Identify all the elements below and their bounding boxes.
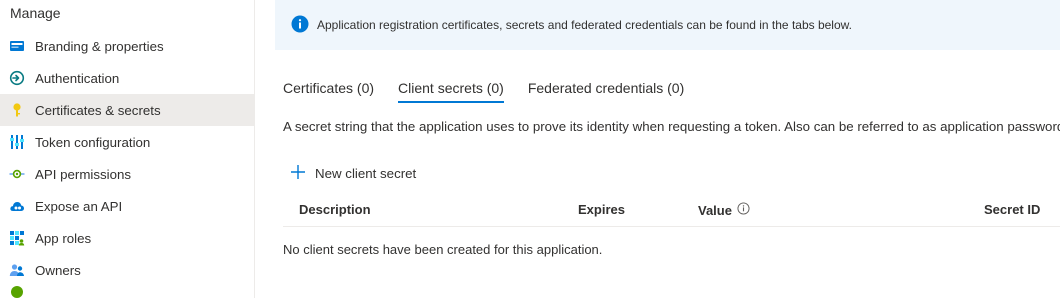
- info-icon: [291, 15, 317, 36]
- tab-federated-credentials[interactable]: Federated credentials (0): [528, 79, 684, 103]
- tab-client-secrets[interactable]: Client secrets (0): [398, 79, 504, 103]
- sidebar-item-branding[interactable]: Branding & properties: [0, 30, 255, 62]
- info-banner: Application registration certificates, s…: [275, 0, 1060, 50]
- sidebar-item-label: Token configuration: [35, 134, 151, 150]
- cloud-icon: [9, 198, 25, 214]
- sidebar-heading: Manage: [10, 5, 61, 21]
- sidebar-item-app-roles[interactable]: App roles: [0, 222, 255, 254]
- sidebar-item-api-permissions[interactable]: API permissions: [0, 158, 255, 190]
- sidebar-item-label: Authentication: [35, 70, 120, 86]
- authentication-icon: [9, 70, 25, 86]
- partial-icon: [9, 286, 25, 298]
- new-client-secret-label: New client secret: [315, 166, 417, 181]
- banner-text: Application registration certificates, s…: [317, 18, 852, 32]
- sidebar-item-certificates-secrets[interactable]: Certificates & secrets: [0, 94, 255, 126]
- value-info-icon[interactable]: [732, 202, 750, 218]
- sidebar-item-authentication[interactable]: Authentication: [0, 62, 255, 94]
- sidebar-item-label: API permissions: [35, 166, 132, 182]
- section-description: A secret string that the application use…: [283, 119, 1060, 134]
- sidebar-item-label: Branding & properties: [35, 38, 164, 54]
- sidebar-item-owners[interactable]: Owners: [0, 254, 255, 286]
- secrets-table-header: Description Expires Value Secret ID: [283, 195, 1060, 227]
- sidebar-item-token-configuration[interactable]: Token configuration: [0, 126, 255, 158]
- sidebar-item-label: Owners: [35, 262, 81, 278]
- column-header-secret-id: Secret ID: [984, 202, 1041, 217]
- column-header-expires: Expires: [578, 202, 625, 217]
- api-permissions-icon: [9, 166, 25, 182]
- app-roles-icon: [9, 230, 25, 246]
- tab-certificates[interactable]: Certificates (0): [283, 79, 374, 103]
- owners-icon: [9, 262, 25, 278]
- new-client-secret-button[interactable]: New client secret: [289, 163, 416, 184]
- sidebar-item-label: Certificates & secrets: [35, 102, 161, 118]
- sidebar-item-label: Expose an API: [35, 198, 123, 214]
- empty-table-message: No client secrets have been created for …: [283, 242, 603, 257]
- token-icon: [9, 134, 25, 150]
- column-header-value-label: Value: [698, 202, 732, 218]
- key-icon: [9, 102, 25, 118]
- sidebar: Manage Branding & properties Authenticat…: [0, 0, 255, 298]
- sidebar-item-expose-an-api[interactable]: Expose an API: [0, 190, 255, 222]
- column-header-description: Description: [299, 202, 371, 217]
- main-content: Application registration certificates, s…: [275, 0, 1060, 298]
- column-header-value: Value: [698, 202, 750, 218]
- sidebar-item-partial: [0, 286, 255, 298]
- branding-icon: [9, 38, 25, 54]
- sidebar-item-label: App roles: [35, 230, 92, 246]
- tab-bar: Certificates (0) Client secrets (0) Fede…: [283, 79, 708, 105]
- plus-icon: [289, 163, 315, 184]
